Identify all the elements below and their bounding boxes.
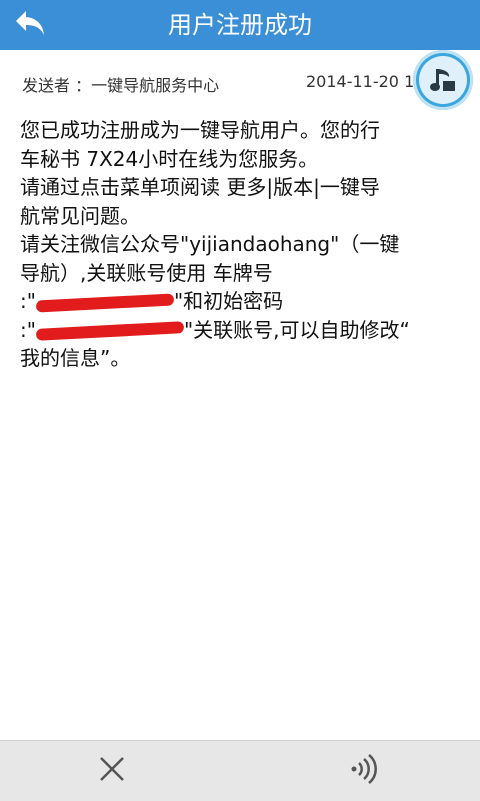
message-line: 我的信息”。 [20, 346, 131, 370]
redacted-plate-number [35, 292, 175, 313]
message-line: 航常见问题。 [20, 203, 140, 228]
message-text: "关联账号,可以自助修改“ [183, 317, 410, 342]
message-text: :" [20, 317, 36, 342]
redacted-password [35, 321, 185, 341]
message-line: 请通过点击菜单项阅读 更多|版本|一键导 [20, 175, 380, 199]
back-button[interactable] [8, 4, 52, 46]
sender-label: 发送者 ：一键导航服务中心 [22, 76, 220, 95]
message-body: 您已成功注册成为一键导航用户。您的行 车秘书 7X24小时在线为您服务。 请通过… [20, 116, 460, 373]
message-text: "和初始密码 [173, 289, 284, 313]
message-line: :" "和初始密码 [20, 287, 460, 316]
message-line: 导航）,关联账号使用 车牌号 [20, 260, 273, 285]
music-button[interactable] [413, 50, 473, 110]
music-icon [419, 56, 467, 104]
page-title: 用户注册成功 [168, 11, 312, 39]
back-arrow-icon [14, 9, 46, 41]
message-line: 您已成功注册成为一键导航用户。您的行 [20, 118, 380, 142]
bottom-toolbar [0, 740, 480, 801]
message-line: :" "关联账号,可以自助修改“ [20, 316, 460, 345]
message-text: :" [20, 289, 36, 313]
title-bar: 用户注册成功 [0, 0, 480, 50]
message-line: 车秘书 7X24小时在线为您服务。 [20, 146, 319, 171]
sound-button[interactable] [342, 749, 386, 793]
message-line: 请关注微信公众号"yijiandaohang"（一键 [20, 232, 400, 256]
close-icon [99, 756, 125, 786]
close-button[interactable] [90, 749, 134, 793]
message-date: 2014-11-20 10: [306, 72, 430, 91]
sound-wave-icon [350, 754, 378, 788]
